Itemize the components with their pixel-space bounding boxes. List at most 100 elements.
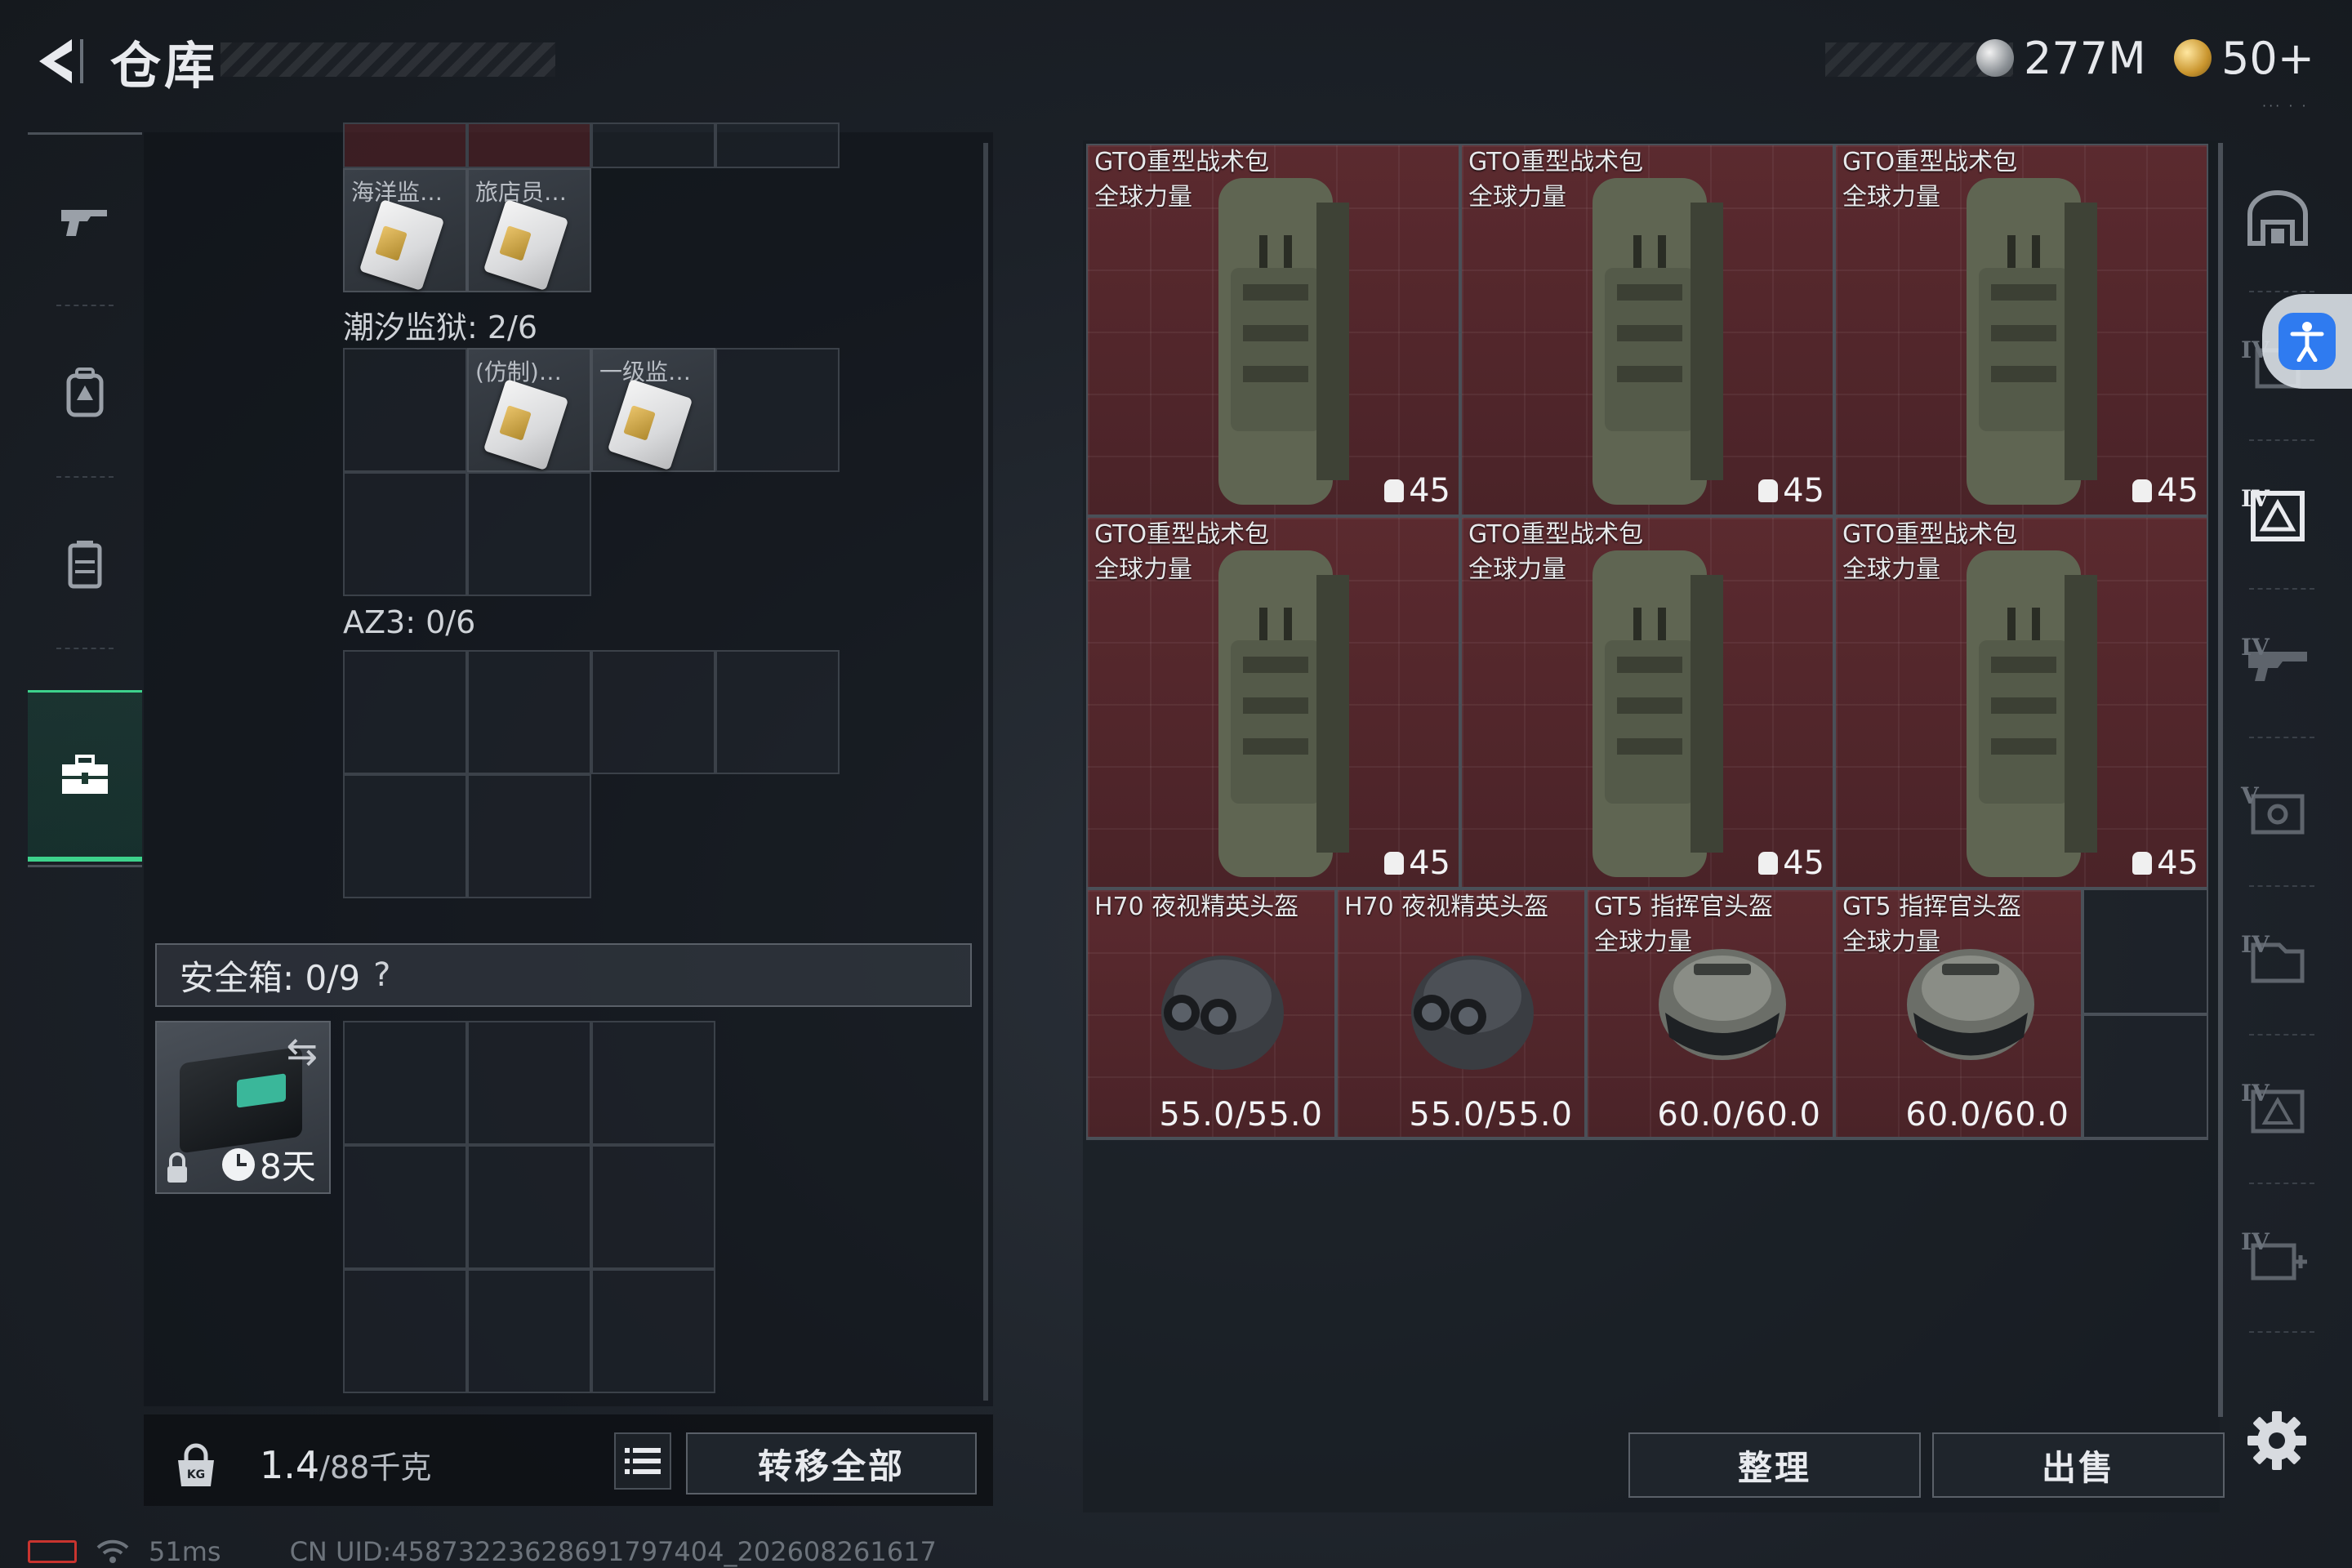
- backpack-capacity-icon: [1758, 479, 1779, 502]
- inventory-item-backpack[interactable]: GTO重型战术包 全球力量 45: [1086, 516, 1460, 889]
- category-tier-4[interactable]: V: [2225, 738, 2331, 887]
- item-subtitle: 全球力量: [1094, 183, 1192, 212]
- settings-gear-icon[interactable]: [2244, 1408, 2310, 1473]
- gold-currency[interactable]: 50+: [2174, 29, 2314, 87]
- grid-slot[interactable]: [343, 122, 467, 168]
- inventory-item-helmet[interactable]: GT5 指挥官头盔 全球力量 60.0/60.0: [1834, 889, 2082, 1138]
- tier-label: IV: [2241, 1228, 2270, 1255]
- grid-slot[interactable]: [467, 122, 591, 168]
- grid-slot[interactable]: [467, 1269, 591, 1393]
- grid-slot[interactable]: [715, 650, 840, 774]
- inventory-item-backpack[interactable]: GTO重型战术包 全球力量 45: [1460, 516, 1834, 889]
- category-tier-5[interactable]: IV: [2225, 887, 2331, 1036]
- item-capacity: 45: [2132, 472, 2198, 510]
- item-count: 45: [2157, 472, 2198, 510]
- sidebar-item-backpack[interactable]: [28, 306, 142, 478]
- grid-slot[interactable]: [591, 650, 715, 774]
- sidebar-item-vest[interactable]: [28, 478, 142, 649]
- grid-slot[interactable]: [343, 774, 467, 898]
- grid-slot[interactable]: [467, 472, 591, 596]
- gold-coin-icon: [2174, 39, 2212, 77]
- category-tier-2[interactable]: IV: [2225, 441, 2331, 590]
- grid-slot[interactable]: [467, 1021, 591, 1145]
- right-scrollbar[interactable]: [2218, 143, 2223, 1417]
- swap-icon[interactable]: ⇆: [286, 1029, 318, 1073]
- inventory-item-backpack[interactable]: GTO重型战术包 全球力量 45: [1834, 144, 2208, 516]
- item-capacity: 45: [1384, 844, 1450, 882]
- back-arrow-icon[interactable]: [24, 33, 90, 90]
- item-name: GTO重型战术包: [1094, 520, 1270, 549]
- inventory-item-keycard[interactable]: 海洋监…: [343, 168, 467, 292]
- backpack-capacity-icon: [2132, 479, 2153, 502]
- grid-slot[interactable]: [591, 122, 715, 168]
- backpack-capacity-icon: [1384, 479, 1405, 502]
- item-capacity: 45: [2132, 844, 2198, 882]
- item-name: GTO重型战术包: [1468, 520, 1644, 549]
- tier-label: IV: [2241, 634, 2270, 661]
- grid-slot[interactable]: [343, 348, 467, 472]
- tier-label: IV: [2241, 485, 2270, 512]
- grid-slot[interactable]: [343, 650, 467, 774]
- item-count: 45: [1409, 844, 1450, 882]
- inventory-item-backpack[interactable]: GTO重型战术包 全球力量 45: [1834, 516, 2208, 889]
- inventory-item-helmet[interactable]: GT5 指挥官头盔 全球力量 60.0/60.0: [1586, 889, 1834, 1138]
- sell-button[interactable]: 出售: [1932, 1432, 2225, 1498]
- item-count: 45: [1783, 472, 1824, 510]
- safe-box-item[interactable]: ⇆ 8天: [155, 1021, 331, 1194]
- grid-slot[interactable]: [467, 650, 591, 774]
- item-subtitle: 全球力量: [1842, 555, 1940, 584]
- gold-amount: 50+: [2221, 32, 2314, 84]
- category-tier-3[interactable]: IV: [2225, 590, 2331, 738]
- item-name: H70 夜视精英头盔: [1344, 893, 1549, 921]
- grid-slot[interactable]: [591, 1021, 715, 1145]
- item-label: 旅店员…: [475, 179, 568, 206]
- grid-slot[interactable]: [343, 472, 467, 596]
- category-tier-6[interactable]: IV: [2225, 1036, 2331, 1184]
- item-name: GT5 指挥官头盔: [1842, 893, 2022, 921]
- transfer-all-button[interactable]: 转移全部: [686, 1432, 977, 1494]
- ping-text: 51ms: [149, 1536, 221, 1567]
- backpack-image: [1218, 550, 1349, 877]
- accessibility-button[interactable]: [2262, 294, 2352, 389]
- grid-slot[interactable]: [467, 774, 591, 898]
- item-name: GTO重型战术包: [1468, 148, 1644, 176]
- inventory-item-keycard[interactable]: (仿制)…: [467, 348, 591, 472]
- inventory-item-backpack[interactable]: GTO重型战术包 全球力量 45: [1460, 144, 1834, 516]
- inventory-item-helmet[interactable]: H70 夜视精英头盔 55.0/55.0: [1336, 889, 1586, 1138]
- keycard-icon: [607, 378, 693, 471]
- inventory-item-keycard[interactable]: 旅店员…: [467, 168, 591, 292]
- grid-slot[interactable]: [2082, 1014, 2208, 1138]
- lock-icon: [167, 1152, 187, 1183]
- sort-button[interactable]: 整理: [1628, 1432, 1921, 1498]
- grid-slot[interactable]: [591, 1269, 715, 1393]
- backpack-capacity-icon: [2132, 852, 2153, 875]
- grid-slot[interactable]: [343, 1269, 467, 1393]
- category-tier-7[interactable]: IV: [2225, 1184, 2331, 1333]
- sidebar-item-weapons[interactable]: [28, 135, 142, 306]
- item-count: 45: [1783, 844, 1824, 882]
- grid-slot[interactable]: [591, 1145, 715, 1269]
- inventory-item-backpack[interactable]: GTO重型战术包 全球力量 45: [1086, 144, 1460, 516]
- grid-slot[interactable]: [467, 1145, 591, 1269]
- item-durability: 55.0/55.0: [1409, 1096, 1573, 1134]
- item-subtitle: 全球力量: [1594, 928, 1692, 956]
- item-capacity: 45: [1758, 844, 1824, 882]
- inventory-item-keycard[interactable]: 一级监…: [591, 348, 715, 472]
- list-view-button[interactable]: [614, 1432, 671, 1490]
- vest-icon: [68, 541, 102, 589]
- category-all[interactable]: [2225, 144, 2331, 292]
- inventory-item-helmet[interactable]: H70 夜视精英头盔 55.0/55.0: [1086, 889, 1336, 1138]
- left-scrollbar[interactable]: [983, 143, 988, 1401]
- grid-slot[interactable]: [343, 1021, 467, 1145]
- sidebar-item-safe[interactable]: [28, 690, 142, 862]
- help-icon[interactable]: ?: [373, 956, 390, 994]
- grid-slot[interactable]: [715, 122, 840, 168]
- grid-slot[interactable]: [715, 348, 840, 472]
- item-subtitle: 全球力量: [1842, 928, 1940, 956]
- silver-currency[interactable]: 277M: [1976, 29, 2146, 87]
- item-name: H70 夜视精英头盔: [1094, 893, 1299, 921]
- item-name: GTO重型战术包: [1842, 148, 2018, 176]
- item-label: 海洋监…: [351, 179, 443, 206]
- grid-slot[interactable]: [2082, 889, 2208, 1014]
- grid-slot[interactable]: [343, 1145, 467, 1269]
